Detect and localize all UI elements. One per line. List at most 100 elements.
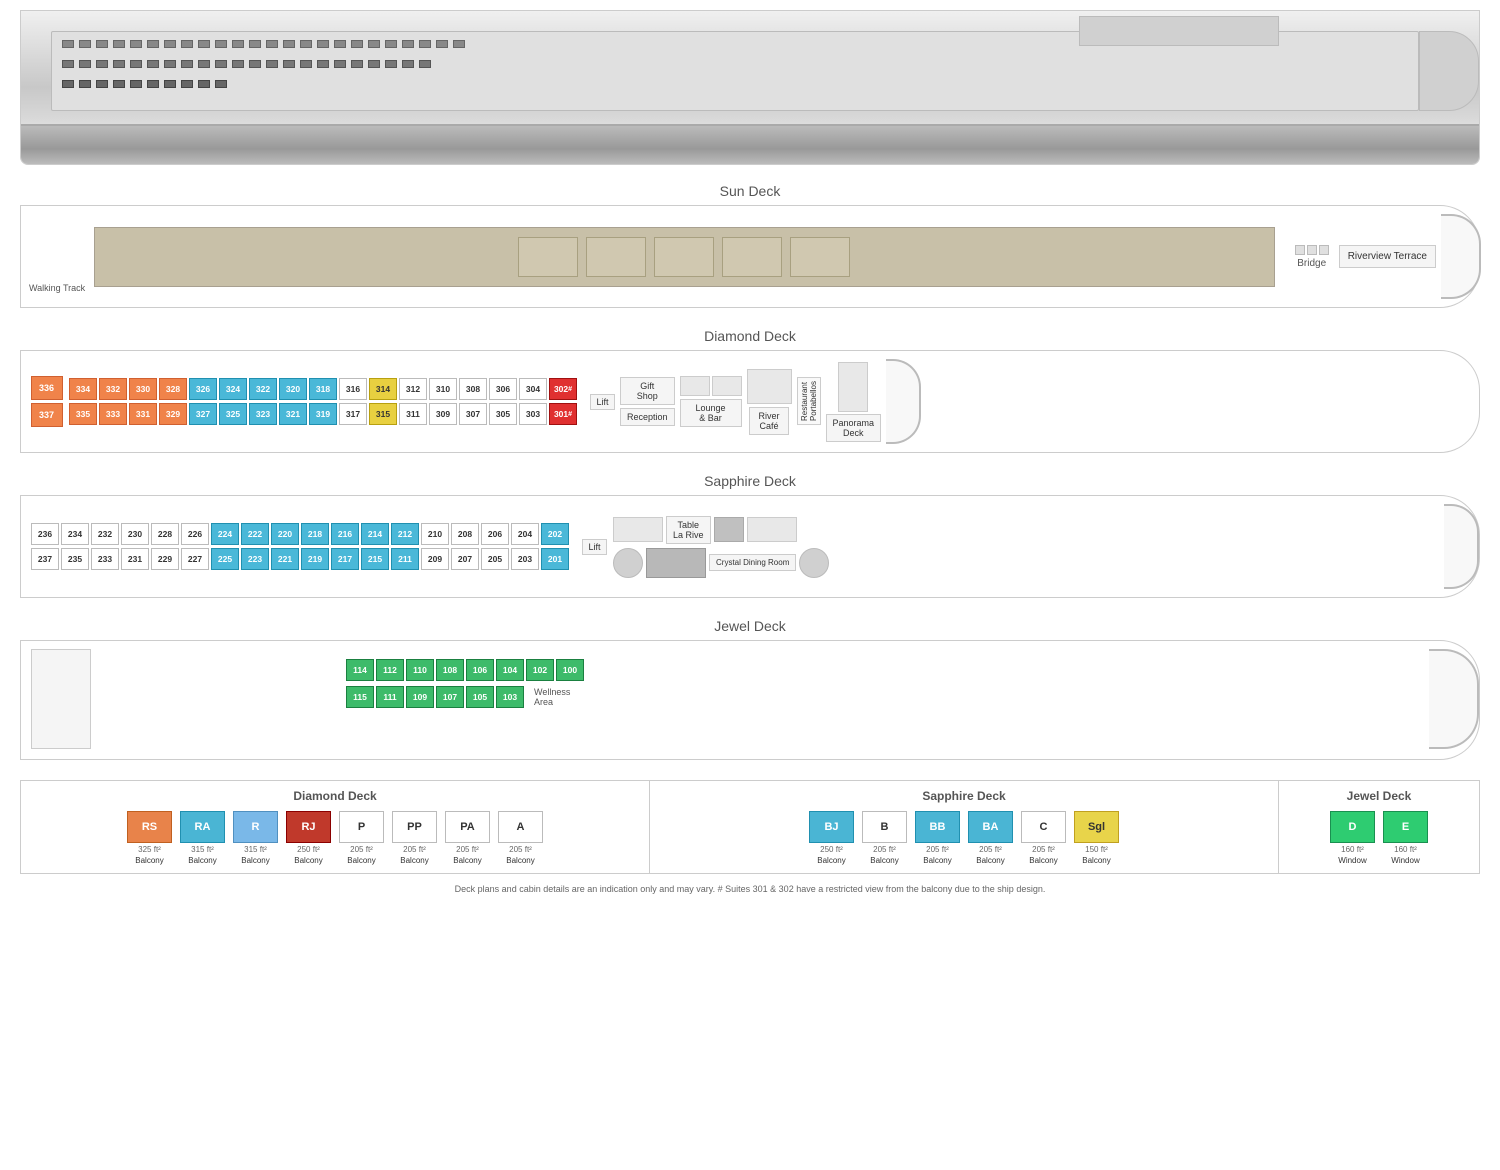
cabin-317: 317 (339, 403, 367, 425)
sapphire-top-row: 236 234 232 230 228 226 224 222 220 218 … (31, 523, 569, 545)
cabin-102: 102 (526, 659, 554, 681)
cabin-212: 212 (391, 523, 419, 545)
cabin-204: 204 (511, 523, 539, 545)
cabin-337: 337 (31, 403, 63, 427)
table-la-rive-label: TableLa Rive (666, 516, 711, 544)
cabin-218: 218 (301, 523, 329, 545)
cabin-100: 100 (556, 659, 584, 681)
legend-item-pa: PA 205 ft² Balcony (445, 811, 490, 865)
cabin-311: 311 (399, 403, 427, 425)
cabin-316: 316 (339, 378, 367, 400)
jewel-bottom-row: 115 111 109 107 105 103 WellnessArea (346, 686, 1424, 708)
cabin-315: 315 (369, 403, 397, 425)
lift-label-sapphire: Lift (582, 539, 607, 555)
legend-sapphire: Sapphire Deck BJ 250 ft² Balcony B 205 f… (650, 781, 1279, 873)
legend-item-p: P 205 ft² Balcony (339, 811, 384, 865)
legend-item-c: C 205 ft² Balcony (1021, 811, 1066, 865)
cabin-236: 236 (31, 523, 59, 545)
cabin-224: 224 (211, 523, 239, 545)
cabin-103: 103 (496, 686, 524, 708)
legend-item-bb: BB 205 ft² Balcony (915, 811, 960, 865)
cabin-334: 334 (69, 378, 97, 400)
cabin-232: 232 (91, 523, 119, 545)
legend-item-pp: PP 205 ft² Balcony (392, 811, 437, 865)
sun-deck-title: Sun Deck (20, 183, 1480, 199)
cabin-312: 312 (399, 378, 427, 400)
cabin-336: 336 (31, 376, 63, 400)
cabin-321: 321 (279, 403, 307, 425)
cabin-226: 226 (181, 523, 209, 545)
diamond-deck-plan: 336 337 334 332 330 328 326 324 322 320 … (20, 350, 1480, 453)
lounge-bar-label: Lounge& Bar (680, 399, 742, 427)
cabin-324: 324 (219, 378, 247, 400)
legend-sapphire-title: Sapphire Deck (658, 789, 1270, 803)
cabin-209: 209 (421, 548, 449, 570)
lift-label-diamond: Lift (590, 394, 615, 410)
panorama-deck-label: PanoramaDeck (826, 414, 882, 442)
cabin-320: 320 (279, 378, 307, 400)
sapphire-bottom-row: 237 235 233 231 229 227 225 223 221 219 … (31, 548, 569, 570)
cabin-234: 234 (61, 523, 89, 545)
portabellos-label: PortabellosRestaurant (797, 377, 821, 425)
legend-item-ba: BA 205 ft² Balcony (968, 811, 1013, 865)
legend-item-ra: RA 315 ft² Balcony (180, 811, 225, 865)
legend-item-b: B 205 ft² Balcony (862, 811, 907, 865)
cabin-223: 223 (241, 548, 269, 570)
jewel-deck-section: Jewel Deck 114 112 110 108 106 104 102 1… (20, 618, 1480, 760)
cabin-231: 231 (121, 548, 149, 570)
cabin-216: 216 (331, 523, 359, 545)
cabin-115: 115 (346, 686, 374, 708)
legend-item-rs: RS 325 ft² Balcony (127, 811, 172, 865)
cabin-326: 326 (189, 378, 217, 400)
sapphire-cabin-rows: 236 234 232 230 228 226 224 222 220 218 … (31, 523, 569, 570)
reception-label: Reception (620, 408, 675, 426)
jewel-deck-title: Jewel Deck (20, 618, 1480, 634)
cabin-306: 306 (489, 378, 517, 400)
cabin-112: 112 (376, 659, 404, 681)
cabin-220: 220 (271, 523, 299, 545)
legend-item-bj: BJ 250 ft² Balcony (809, 811, 854, 865)
sapphire-deck-plan: 236 234 232 230 228 226 224 222 220 218 … (20, 495, 1480, 598)
cabin-208: 208 (451, 523, 479, 545)
cabin-329: 329 (159, 403, 187, 425)
sapphire-facilities: Lift TableLa Rive Crystal Dining Room (582, 516, 829, 578)
cabin-210: 210 (421, 523, 449, 545)
diamond-deck-section: Diamond Deck 336 337 334 332 330 328 326… (20, 328, 1480, 453)
cabin-228: 228 (151, 523, 179, 545)
cabin-304: 304 (519, 378, 547, 400)
cabin-327: 327 (189, 403, 217, 425)
cabin-237: 237 (31, 548, 59, 570)
cabin-235: 235 (61, 548, 89, 570)
cabin-333: 333 (99, 403, 127, 425)
cabin-323: 323 (249, 403, 277, 425)
cabin-110: 110 (406, 659, 434, 681)
cabin-305: 305 (489, 403, 517, 425)
cabin-331: 331 (129, 403, 157, 425)
cabin-106: 106 (466, 659, 494, 681)
crystal-dining-room-label: Crystal Dining Room (709, 554, 796, 571)
cabin-308: 308 (459, 378, 487, 400)
cabin-225: 225 (211, 548, 239, 570)
gift-shop-label: GiftShop (620, 377, 675, 405)
legend-diamond: Diamond Deck RS 325 ft² Balcony RA 315 f… (21, 781, 650, 873)
cabin-114: 114 (346, 659, 374, 681)
cabin-221: 221 (271, 548, 299, 570)
cabin-219: 219 (301, 548, 329, 570)
cabin-108: 108 (436, 659, 464, 681)
cabin-310: 310 (429, 378, 457, 400)
cabin-215: 215 (361, 548, 389, 570)
diamond-cabin-rows: 334 332 330 328 326 324 322 320 318 316 … (69, 378, 577, 425)
cabin-203: 203 (511, 548, 539, 570)
cabin-227: 227 (181, 548, 209, 570)
cabin-335: 335 (69, 403, 97, 425)
jewel-deck-plan: 114 112 110 108 106 104 102 100 115 111 … (20, 640, 1480, 760)
legend-item-sgl: Sgl 150 ft² Balcony (1074, 811, 1119, 865)
sapphire-deck-title: Sapphire Deck (20, 473, 1480, 489)
legend-jewel-title: Jewel Deck (1287, 789, 1471, 803)
cabin-214: 214 (361, 523, 389, 545)
cabin-205: 205 (481, 548, 509, 570)
jewel-top-row: 114 112 110 108 106 104 102 100 (346, 659, 1424, 681)
cabin-302: 302# (549, 378, 577, 400)
cabin-201: 201 (541, 548, 569, 570)
cabin-105: 105 (466, 686, 494, 708)
